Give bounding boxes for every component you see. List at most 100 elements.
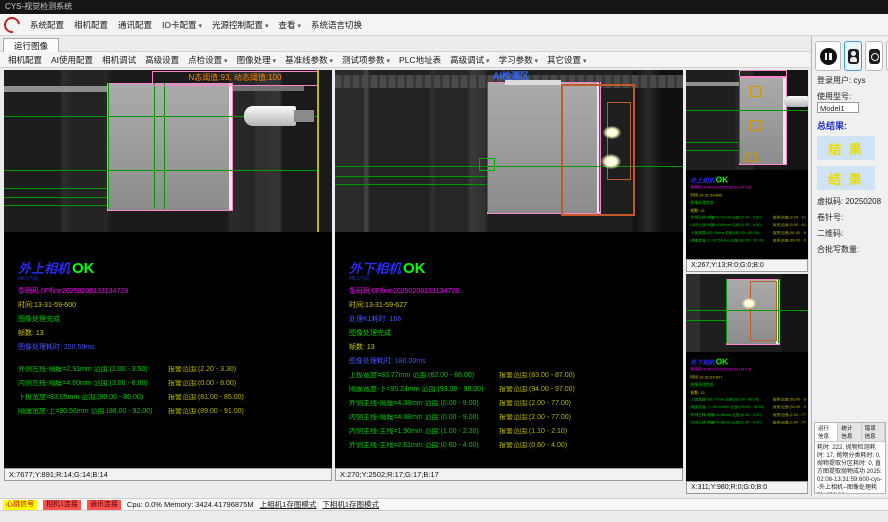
measurement-value: 隔膜宽度-上=90.56mm 范围:(88.00 - 92.00) (18, 408, 168, 416)
measurement-value: 下极宽度=83.05mm 范围:(80.00 - 86.00) (18, 394, 168, 402)
upper-camera-save-link[interactable]: 上相机1存图模式 (260, 499, 317, 510)
measurement-value: 外侧左线-隔膜=2.91mm 范围:(2.00 - 3.50) (690, 216, 773, 220)
alarm-range: 报警范围:(0.00 - 8.00) (773, 223, 806, 227)
tool-camera-debug[interactable]: 相机调试 (102, 54, 136, 66)
lower-camera-save-link[interactable]: 下相机1存图模式 (322, 499, 379, 510)
measurement-value: 内侧主线-隔膜=4.38mm 范围:(0.00 - 9.00) (690, 421, 773, 425)
measurement-line (686, 110, 808, 111)
threshold-overlay-label (739, 70, 787, 78)
menu-comm-config[interactable]: 通讯配置 (118, 19, 152, 31)
status-bar: 心跳信号 相机1连接 通讯连接 Cpu: 0.0% Memory: 3424.4… (0, 498, 888, 511)
menu-view[interactable]: 查看 (278, 19, 300, 31)
measurement-value: 外侧主线-主线=2.61mm 范围:(0.60 - 4.00) (349, 442, 499, 450)
log-tab-run[interactable]: 运行信息 (815, 423, 838, 441)
camera-panel-lower-outer: AI检测区 外下相机OK MES代码 条码码:0Ffline2025020813… (335, 70, 683, 481)
alarm-range: 报警范围:(89.00 - 91.00) (773, 239, 806, 243)
log-tab-stats[interactable]: 统计信息 (838, 423, 861, 441)
alarm-range: 报警范围:(83.00 - 87.00) (499, 372, 575, 380)
measurement-value: 外侧主线-隔膜=4.38mm 范围:(0.00 - 9.00) (690, 413, 773, 417)
virtual-code-value: 20250208 (845, 197, 881, 206)
measurement-row: 外侧左线-隔膜=2.91mm 范围:(2.00 - 3.50)报警范围:(2.2… (18, 366, 326, 374)
measurement-value: 上极宽度=83.77mm 范围:(82.00 - 88.00) (349, 372, 499, 380)
detection-box (750, 120, 761, 131)
alarm-range: 报警范围:(83.00 - 87.00) (773, 398, 806, 402)
camera-panel-mini-2: 外下相机OK 条码码:0Ffline20250208133134728 时间:1… (686, 274, 808, 494)
needle-label: 卷针号: (817, 213, 843, 222)
frame-count-text: 帧数: 13 (690, 390, 806, 396)
pause-button[interactable] (815, 41, 841, 71)
alarm-range: 报警范围:(1.10 - 2.10) (499, 428, 567, 436)
time-text: 时间:13-31-59-600 (690, 193, 806, 199)
pixel-coordinate-bar: X:267;Y:13;R:0;G:0;B:0 (686, 259, 808, 272)
measurement-line (4, 197, 107, 198)
measurement-line (686, 142, 739, 143)
barcode-text: 条码码:0Ffline20250208133134728 (18, 286, 326, 296)
measurement-line (335, 184, 487, 185)
alarm-range: 报警范围:(2.00 - 77.00) (499, 414, 571, 422)
done-text: 图像处理完成 (349, 328, 677, 338)
machine-rail (686, 82, 739, 86)
machine-rail (232, 86, 304, 91)
tool-advanced-settings[interactable]: 高级设置 (145, 54, 179, 66)
measurement-value: 下极宽度=83.05mm 范围:(80.00 - 86.00) (690, 231, 773, 235)
camera-view-lower-outer[interactable]: AI检测区 (335, 70, 683, 232)
measurement-row: 上极宽度=83.77mm 范围:(82.00 - 88.00)报警范围:(83.… (349, 372, 677, 380)
robot-arm (244, 106, 296, 126)
tool-advanced-debug[interactable]: 高级调试 (450, 54, 489, 66)
detection-box (479, 158, 495, 171)
alarm-range: 报警范围:(94.00 - 97.00) (773, 405, 806, 409)
tool-plc-address[interactable]: PLC地址表 (399, 54, 441, 66)
tool-other-settings[interactable]: 其它设置 (547, 54, 586, 66)
battery-cell-region (107, 83, 233, 211)
log-tab-errors[interactable]: 错误信息 (862, 423, 885, 441)
tool-ai-usage-config[interactable]: AI使用配置 (51, 54, 93, 66)
result-box-2: 结 果 (817, 166, 875, 190)
device-button[interactable] (865, 41, 883, 71)
menu-language-switch[interactable]: 系统语言切换 (311, 19, 362, 31)
tool-camera-config[interactable]: 相机配置 (8, 54, 42, 66)
measurement-value: 外侧主线-隔膜=4.38mm 范围:(0.00 - 9.00) (349, 400, 499, 408)
virtual-code-label: 虚拟码: (817, 197, 843, 206)
camera-view-upper-outer[interactable]: N态阈值:93, 动态阈值:100 (4, 70, 332, 232)
robot-arm (784, 96, 808, 107)
reference-line (317, 70, 319, 232)
measurement-line (4, 205, 107, 206)
login-user-value: cys (853, 76, 865, 85)
menu-light-control[interactable]: 光源控制配置 (212, 19, 268, 31)
camera-view-mini-2[interactable] (686, 274, 808, 352)
led-glow (603, 126, 621, 139)
pixel-coordinate-bar: X:270;Y:2502;R:17;G:17;B:17 (335, 468, 683, 481)
measurement-rows: 上极宽度=83.77mm 范围:(82.00 - 88.00)报警范围:(83.… (349, 372, 677, 450)
camera-name: 外下相机 (690, 360, 714, 367)
tool-spot-check[interactable]: 点检设置 (188, 54, 227, 66)
tool-learning-params[interactable]: 学习参数 (499, 54, 538, 66)
measurement-row: 外侧主线-隔膜=4.38mm 范围:(0.00 - 9.00)报警范围:(2.0… (349, 400, 677, 408)
camera-view-mini-1[interactable] (686, 70, 808, 170)
camera-name: 外下相机 (349, 261, 401, 276)
tool-baseline-params[interactable]: 基准线参数 (285, 54, 333, 66)
mini-panel-column: 外上相机OK 条码码:0Ffline20250208133134728 时间:1… (686, 70, 808, 494)
menu-io-config[interactable]: IO卡配置 (162, 19, 202, 31)
menu-camera-config[interactable]: 相机配置 (74, 19, 108, 31)
model-select[interactable]: Model1 (817, 102, 859, 113)
tool-image-processing[interactable]: 图像处理 (237, 54, 276, 66)
alarm-range: 报警范围:(81.00 - 85.00) (168, 394, 244, 402)
measurement-row: 内侧主线-隔膜=4.38mm 范围:(0.00 - 9.00)报警范围:(2.0… (690, 421, 806, 425)
tool-test-params[interactable]: 测试项参数 (342, 54, 390, 66)
window-title: CYS-视觉检测系统 (5, 2, 72, 11)
measurement-line (726, 279, 727, 343)
user-button[interactable] (844, 41, 862, 71)
heartbeat-badge: 心跳信号 (3, 500, 37, 510)
measurement-value: 上极宽度=83.77mm 范围:(82.00 - 88.00) (690, 398, 773, 402)
measurement-row: 外侧主线-隔膜=4.38mm 范围:(0.00 - 9.00)报警范围:(2.0… (690, 413, 806, 417)
measurement-line (686, 310, 808, 311)
machine-rail (4, 86, 108, 92)
login-user-label: 登录用户: (817, 76, 851, 85)
measurement-value: 隔膜宽度-下=95.24mm 范围:(93.00 - 98.00) (349, 386, 499, 394)
menu-system-config[interactable]: 系统配置 (30, 19, 64, 31)
status-ok-badge: OK (72, 260, 95, 277)
log-tabs: 运行信息 统计信息 错误信息 (815, 423, 885, 442)
done-text: 图像处理完成 (690, 200, 806, 206)
measurement-line (154, 83, 155, 209)
measurement-value: 内侧左线-隔膜=4.60mm 范围:(3.00 - 6.00) (690, 223, 773, 227)
